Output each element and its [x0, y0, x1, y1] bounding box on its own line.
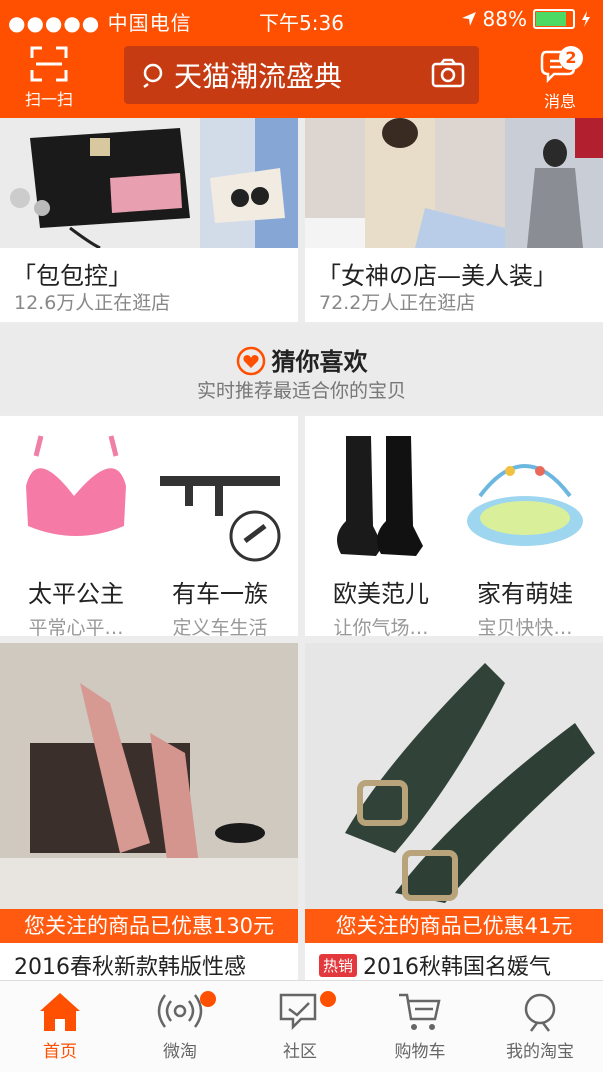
- charging-icon: [582, 11, 590, 27]
- category-desc: 定义车生活: [172, 617, 268, 636]
- bottom-tab-bar: 首页 微淘 社区 购物车 我的淘宝: [0, 980, 603, 1072]
- product-card[interactable]: 您关注的商品已优惠41元 热销 2016秋韩国名媛气: [305, 643, 603, 980]
- guess-title-row: 猜你喜欢: [0, 342, 603, 377]
- scan-button[interactable]: 扫一扫: [14, 46, 84, 110]
- scan-icon: [30, 46, 68, 82]
- category-item[interactable]: 太平公主 平常心平…: [6, 416, 146, 636]
- shop-title: 「包包控」: [12, 262, 132, 290]
- shop-title: 「女神の店—美人装」: [317, 262, 557, 290]
- product-image-pink-heels: [0, 643, 298, 909]
- shop-image-handbag: [0, 118, 200, 250]
- category-item[interactable]: 欧美范儿 让你气场…: [311, 416, 451, 636]
- search-icon: [143, 63, 163, 88]
- shop-image-model-sitting: [305, 118, 505, 248]
- user-icon: [524, 993, 556, 1032]
- tab-weitao[interactable]: 微淘: [120, 991, 240, 1062]
- battery-icon: [533, 9, 575, 29]
- category-card-left: 太平公主 平常心平… 有车一族 定义车生活: [0, 416, 298, 636]
- broadcast-icon: [157, 994, 203, 1028]
- chat-icon: [279, 993, 317, 1031]
- hot-sale-badge: 热销: [319, 954, 358, 977]
- home-icon: [40, 993, 80, 1031]
- product-image-green-flats: [305, 643, 603, 909]
- camera-icon[interactable]: [431, 58, 465, 90]
- tab-label: 购物车: [394, 1042, 446, 1062]
- shop-card-women[interactable]: 「女神の店—美人装」 72.2万人正在逛店: [305, 118, 603, 322]
- location-arrow-icon: [461, 12, 476, 26]
- shop-image-model-coat: [505, 118, 603, 248]
- top-header: 扫一扫 天猫潮流盛典 消息 2: [0, 40, 603, 118]
- category-name: 欧美范儿: [333, 580, 429, 608]
- category-desc: 平常心平…: [28, 617, 124, 636]
- product-title-row: 热销 2016秋韩国名媛气: [319, 949, 551, 980]
- shop-card-bags[interactable]: 「包包控」 12.6万人正在逛店: [0, 118, 298, 322]
- product-card[interactable]: 您关注的商品已优惠130元 2016春秋新款韩版性感: [0, 643, 298, 980]
- notification-dot: [320, 991, 336, 1007]
- battery-percent: 88%: [482, 7, 527, 31]
- scan-label: 扫一扫: [24, 90, 73, 109]
- tab-label: 首页: [43, 1042, 77, 1062]
- tab-community[interactable]: 社区: [240, 991, 360, 1062]
- category-name: 有车一族: [172, 580, 268, 608]
- category-image-bra: [26, 435, 126, 536]
- tab-label: 微淘: [163, 1042, 197, 1062]
- message-count-badge: 2: [559, 46, 583, 70]
- shop-visitors: 12.6万人正在逛店: [14, 292, 171, 314]
- product-title: 2016秋韩国名媛气: [363, 955, 552, 980]
- product-title: 2016春秋新款韩版性感: [14, 955, 246, 980]
- guess-you-like-header: 猜你喜欢 实时推荐最适合你的宝贝: [0, 324, 603, 414]
- tab-my-taobao[interactable]: 我的淘宝: [480, 991, 600, 1062]
- cart-icon: [399, 993, 441, 1030]
- heart-icon: [236, 346, 265, 376]
- category-name: 太平公主: [28, 580, 124, 608]
- message-label: 消息: [543, 92, 576, 111]
- search-placeholder: 天猫潮流盛典: [174, 60, 343, 93]
- category-item[interactable]: 有车一族 定义车生活: [150, 416, 290, 636]
- category-card-right: 欧美范儿 让你气场… 家有萌娃 宝贝快快…: [305, 416, 603, 636]
- category-image-car-accessory: [160, 476, 281, 562]
- tab-cart[interactable]: 购物车: [360, 991, 480, 1062]
- category-name: 家有萌娃: [477, 580, 573, 608]
- category-desc: 让你气场…: [333, 617, 429, 636]
- tab-label: 我的淘宝: [506, 1042, 574, 1062]
- discount-banner: 您关注的商品已优惠41元: [305, 909, 603, 943]
- category-desc: 宝贝快快…: [477, 617, 573, 636]
- notification-dot: [200, 991, 216, 1007]
- discount-banner: 您关注的商品已优惠130元: [0, 909, 298, 943]
- search-bar[interactable]: 天猫潮流盛典: [124, 46, 479, 104]
- category-image-boots: [337, 436, 423, 556]
- category-item[interactable]: 家有萌娃 宝贝快快…: [455, 416, 595, 636]
- shop-image-clutch: [200, 118, 298, 248]
- tab-home[interactable]: 首页: [0, 991, 120, 1062]
- status-right: 88%: [461, 7, 591, 31]
- status-bar: ●●●●● 中国电信 下午5:36 88%: [0, 0, 603, 40]
- category-image-play-mat: [467, 464, 583, 546]
- shop-visitors: 72.2万人正在逛店: [319, 292, 476, 314]
- guess-title: 猜你喜欢: [271, 348, 368, 376]
- messages-button[interactable]: 消息 2: [527, 46, 593, 112]
- tab-label: 社区: [283, 1042, 317, 1062]
- guess-subtitle: 实时推荐最适合你的宝贝: [196, 380, 406, 402]
